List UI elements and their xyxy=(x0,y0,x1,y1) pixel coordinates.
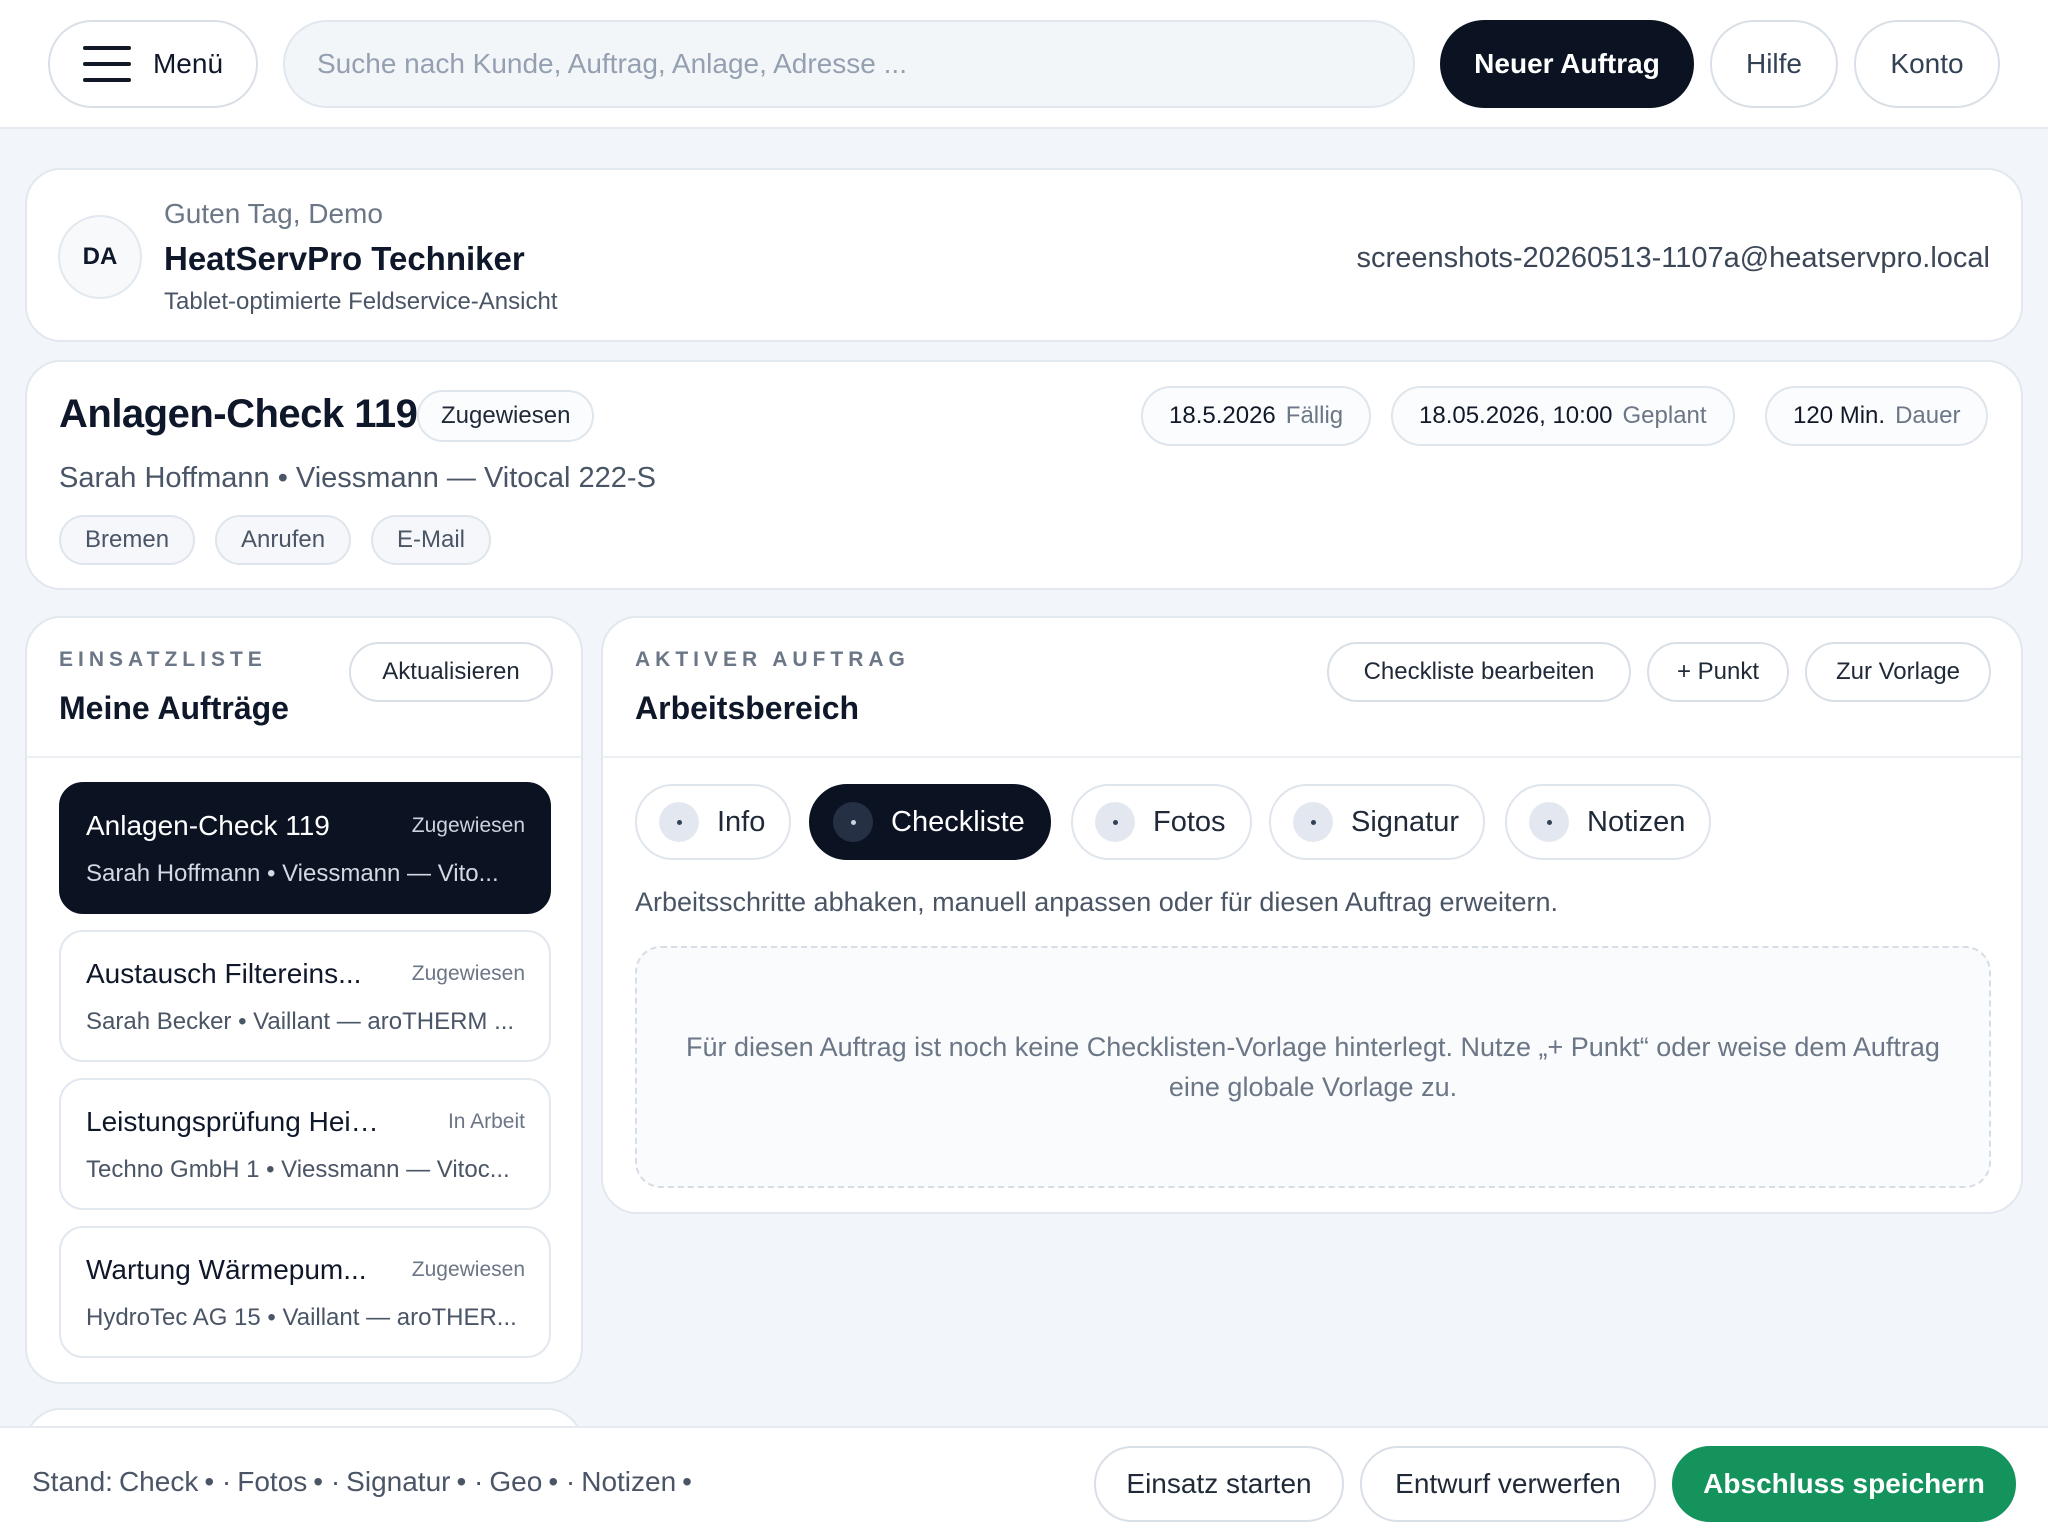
job-list-panel: EINSATZLISTE Meine Aufträge Aktualisiere… xyxy=(25,616,583,1384)
tab-dot-icon xyxy=(1293,802,1333,842)
workspace-title: Arbeitsbereich xyxy=(635,690,860,726)
planned-date-label: Geplant xyxy=(1622,402,1707,429)
account-button[interactable]: Konto xyxy=(1854,20,2000,108)
status-item: Fotos xyxy=(237,1466,308,1497)
profile-subtitle: Tablet-optimierte Feldservice-Ansicht xyxy=(164,288,558,315)
job-list-item[interactable]: Leistungsprüfung Heiz... In Arbeit Techn… xyxy=(59,1078,551,1210)
hamburger-icon xyxy=(82,46,131,82)
job-list-item[interactable]: Austausch Filtereins... Zugewiesen Sarah… xyxy=(59,930,551,1062)
menu-label: Menü xyxy=(152,48,224,79)
save-completion-button[interactable]: Abschluss speichern xyxy=(1672,1446,2016,1522)
add-point-button[interactable]: + Punkt xyxy=(1647,642,1789,702)
job-item-title: Austausch Filtereins... xyxy=(86,958,362,989)
order-header-card: Anlagen-Check 119 Zugewiesen 18.5.2026 F… xyxy=(25,360,2023,590)
planned-date-value: 18.05.2026, 10:00 xyxy=(1419,402,1613,429)
job-item-status: Zugewiesen xyxy=(411,962,525,985)
job-item-subtitle: HydroTec AG 15 • Vaillant — aroTHER... xyxy=(86,1304,517,1331)
duration-value: 120 Min. xyxy=(1793,402,1886,429)
bottom-action-bar: Stand: Check • · Fotos • · Signatur • · … xyxy=(0,1426,2048,1536)
profile-card: DA Guten Tag, Demo HeatServPro Techniker… xyxy=(25,168,2023,342)
duration-label: Dauer xyxy=(1895,402,1961,429)
job-item-subtitle: Sarah Hoffmann • Viessmann — Vito... xyxy=(86,860,499,887)
tab-signature[interactable]: Signatur xyxy=(1269,784,1486,860)
tab-dot-icon xyxy=(659,802,699,842)
status-item: Check xyxy=(118,1466,199,1497)
job-item-subtitle: Sarah Becker • Vaillant — aroTHERM ... xyxy=(86,1008,515,1035)
status-prefix: Stand: xyxy=(32,1466,113,1497)
tab-label: Notizen xyxy=(1587,805,1686,838)
tab-label: Checkliste xyxy=(891,805,1025,838)
help-button[interactable]: Hilfe xyxy=(1710,20,1838,108)
checklist-empty-state: Für diesen Auftrag ist noch keine Checkl… xyxy=(635,946,1991,1188)
greeting-text: Guten Tag, Demo xyxy=(164,198,383,229)
order-status-badge: Zugewiesen xyxy=(417,390,595,442)
status-item: Signatur xyxy=(346,1466,451,1497)
job-item-title: Leistungsprüfung Heiz... xyxy=(86,1106,386,1137)
divider xyxy=(27,756,581,758)
tab-checklist[interactable]: Checkliste xyxy=(809,784,1051,860)
job-item-title: Anlagen-Check 119 xyxy=(86,810,330,841)
status-summary: Stand: Check • · Fotos • · Signatur • · … xyxy=(32,1466,692,1497)
job-item-status: Zugewiesen xyxy=(411,814,525,837)
discard-draft-button[interactable]: Entwurf verwerfen xyxy=(1360,1446,1656,1522)
job-list-title: Meine Aufträge xyxy=(59,690,289,726)
profile-email: screenshots-20260513-1107a@heatservpro.l… xyxy=(1356,242,1990,274)
tab-notes[interactable]: Notizen xyxy=(1505,784,1712,860)
tab-dot-icon xyxy=(1095,802,1135,842)
top-bar: Menü Neuer Auftrag Hilfe Konto xyxy=(0,0,2048,129)
status-item: Geo xyxy=(489,1466,543,1497)
job-item-title: Wartung Wärmepum... xyxy=(86,1254,367,1285)
job-item-status: In Arbeit xyxy=(447,1110,525,1133)
workspace-panel: AKTIVER AUFTRAG Arbeitsbereich Checklist… xyxy=(601,616,2023,1214)
job-item-status: Zugewiesen xyxy=(411,1258,525,1281)
tab-info[interactable]: Info xyxy=(635,784,792,860)
status-item: Notizen xyxy=(581,1466,677,1497)
edit-checklist-button[interactable]: Checkliste bearbeiten xyxy=(1327,642,1631,702)
start-job-button[interactable]: Einsatz starten xyxy=(1094,1446,1344,1522)
order-title: Anlagen-Check 119 xyxy=(59,392,418,436)
workspace-eyebrow: AKTIVER AUFTRAG xyxy=(635,648,910,671)
email-chip[interactable]: E-Mail xyxy=(371,515,492,565)
refresh-button[interactable]: Aktualisieren xyxy=(349,642,553,702)
tab-dot-icon xyxy=(833,802,873,842)
new-order-button[interactable]: Neuer Auftrag xyxy=(1440,20,1694,108)
tab-label: Fotos xyxy=(1153,805,1226,838)
order-subtitle: Sarah Hoffmann • Viessmann — Vitocal 222… xyxy=(59,462,656,494)
avatar: DA xyxy=(58,215,142,299)
planned-date-pill: 18.05.2026, 10:00 Geplant xyxy=(1391,386,1735,446)
tab-label: Signatur xyxy=(1351,805,1460,838)
to-template-button[interactable]: Zur Vorlage xyxy=(1805,642,1991,702)
due-date-pill: 18.5.2026 Fällig xyxy=(1141,386,1372,446)
profile-title: HeatServPro Techniker xyxy=(164,240,525,277)
search-input[interactable] xyxy=(283,20,1415,108)
workspace-description: Arbeitsschritte abhaken, manuell anpasse… xyxy=(635,887,1559,917)
due-date-label: Fällig xyxy=(1285,402,1344,429)
due-date-value: 18.5.2026 xyxy=(1169,402,1276,429)
call-chip[interactable]: Anrufen xyxy=(215,515,352,565)
tab-dot-icon xyxy=(1529,802,1569,842)
job-item-subtitle: Techno GmbH 1 • Viessmann — Vitoc... xyxy=(86,1156,510,1183)
menu-button[interactable]: Menü xyxy=(48,20,258,108)
job-list-eyebrow: EINSATZLISTE xyxy=(59,648,267,671)
job-list-item-active[interactable]: Anlagen-Check 119 Zugewiesen Sarah Hoffm… xyxy=(59,782,551,914)
duration-pill: 120 Min. Dauer xyxy=(1765,386,1989,446)
location-chip[interactable]: Bremen xyxy=(59,515,196,565)
tab-photos[interactable]: Fotos xyxy=(1071,784,1252,860)
divider xyxy=(603,756,2021,758)
tab-label: Info xyxy=(717,805,766,838)
job-list-item[interactable]: Wartung Wärmepum... Zugewiesen HydroTec … xyxy=(59,1226,551,1358)
